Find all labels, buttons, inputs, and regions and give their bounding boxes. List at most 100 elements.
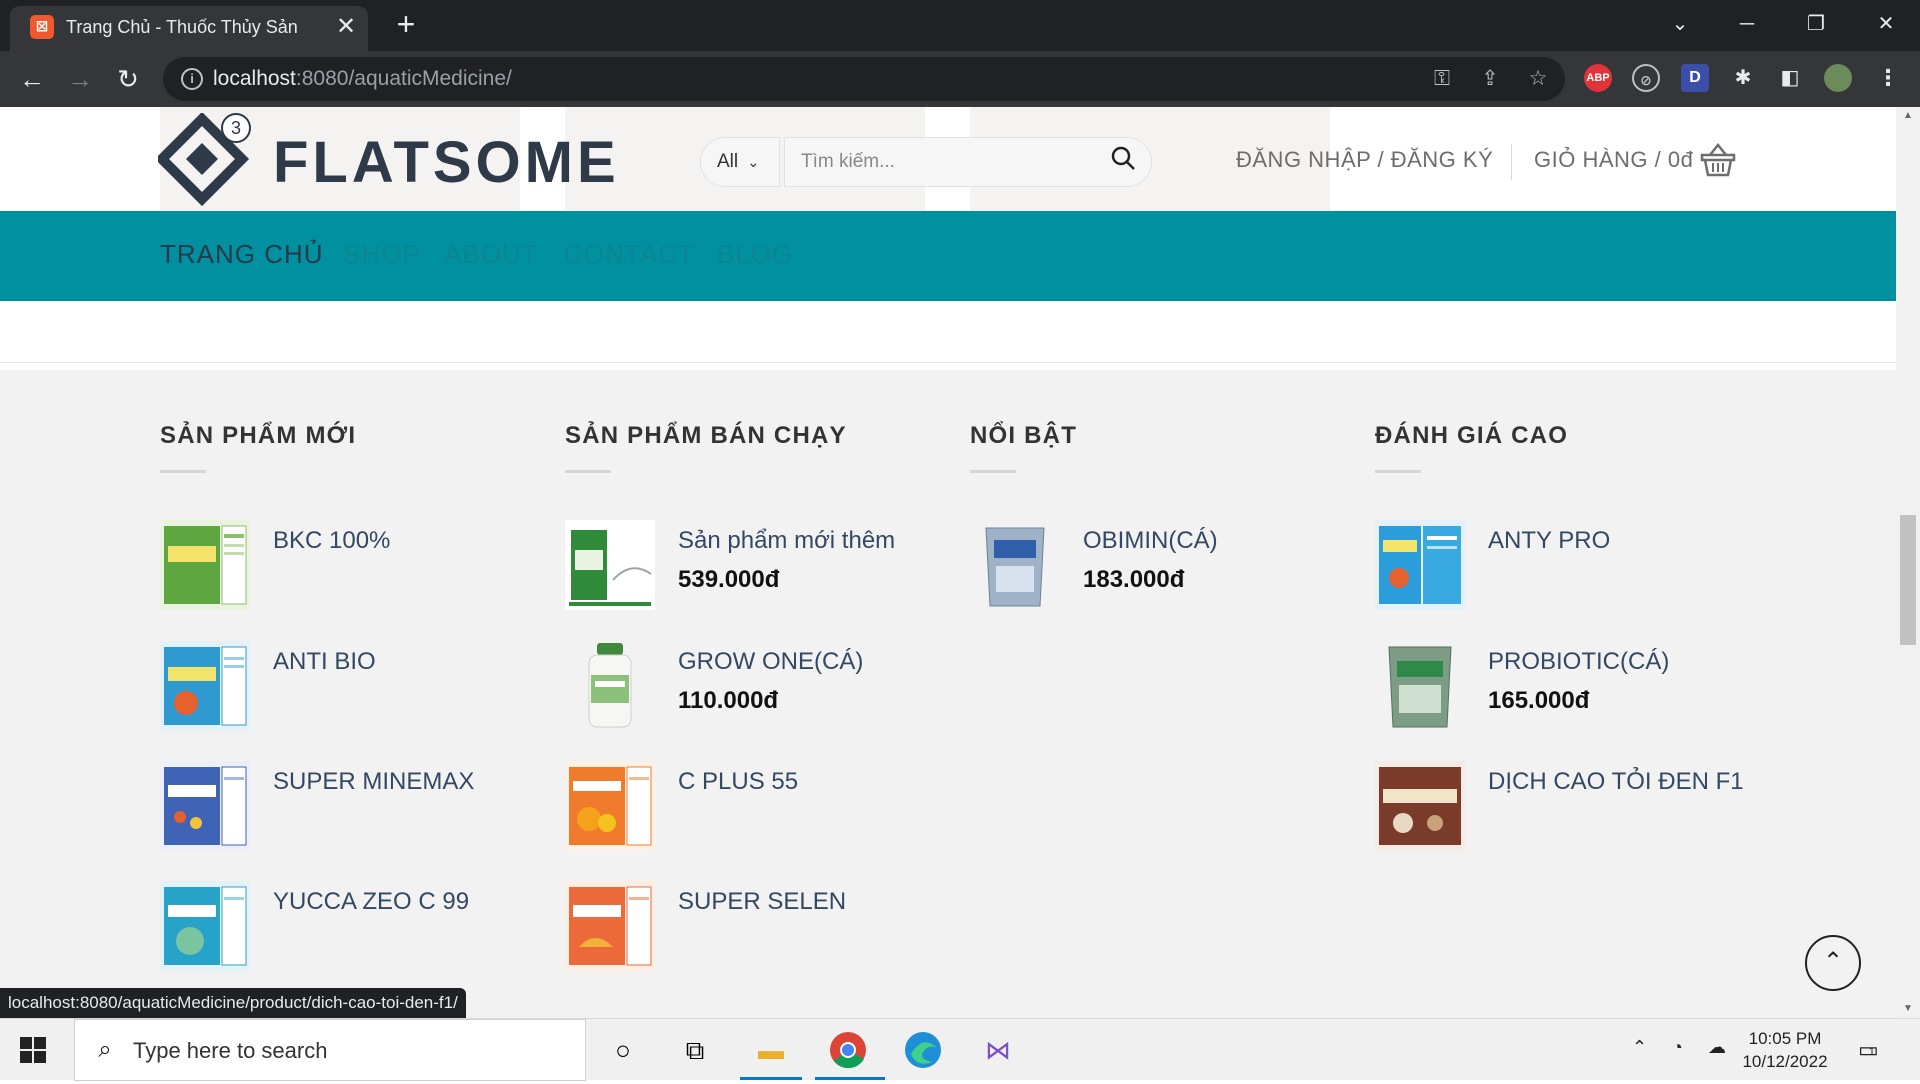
title-underline xyxy=(565,470,611,473)
product-name[interactable]: BKC 100% xyxy=(273,527,390,555)
product-item[interactable]: Sản phẩm mới thêm 539.000đ xyxy=(565,520,945,620)
reload-icon[interactable]: ↻ xyxy=(112,63,144,95)
product-item[interactable]: BKC 100% xyxy=(160,520,540,620)
bag-icon[interactable] xyxy=(970,520,1060,610)
visual-studio-icon[interactable]: ⋈ xyxy=(975,1027,1021,1073)
basket-icon[interactable] xyxy=(1700,142,1736,177)
taskbar-search-box[interactable]: ⌕ Type here to search xyxy=(74,1019,586,1081)
edge-icon[interactable] xyxy=(900,1027,946,1073)
link-status-bubble: localhost:8080/aquaticMedicine/product/d… xyxy=(0,988,466,1018)
scroll-up-arrow-icon[interactable]: ▲ xyxy=(1896,107,1920,125)
logo-text: FLATSOME xyxy=(273,130,620,195)
nav-item-shop[interactable]: SHOP xyxy=(343,239,421,270)
content-band xyxy=(0,301,1896,363)
logo-version-badge: 3 xyxy=(221,113,251,143)
green-box-icon[interactable] xyxy=(565,520,655,610)
product-item[interactable]: C PLUS 55 xyxy=(565,761,945,861)
compass-extension-icon[interactable]: ⊘ xyxy=(1632,64,1660,92)
profile-avatar[interactable] xyxy=(1824,64,1852,92)
product-item[interactable]: PROBIOTIC(CÁ) 165.000đ xyxy=(1375,641,1755,741)
menu-kebab-icon[interactable]: ⋮ xyxy=(1874,64,1902,92)
nav-item-contact[interactable]: CONTACT xyxy=(564,239,695,270)
file-explorer-icon[interactable]: ▬ xyxy=(748,1027,794,1073)
new-tab-button[interactable]: + xyxy=(390,8,422,41)
url-text[interactable]: localhost:8080/aquaticMedicine/ xyxy=(213,67,512,91)
blue-box-icon[interactable] xyxy=(160,761,250,851)
product-item[interactable]: YUCCA ZEO C 99 xyxy=(160,881,540,981)
brown-box-icon[interactable] xyxy=(1375,761,1465,851)
product-name[interactable]: YUCCA ZEO C 99 xyxy=(273,888,469,916)
product-item[interactable]: DỊCH CAO TỎI ĐEN F1 xyxy=(1375,761,1755,861)
scroll-down-arrow-icon[interactable]: ▼ xyxy=(1896,1000,1920,1018)
nav-item-about[interactable]: ABOUT xyxy=(444,239,539,270)
close-window-button[interactable]: ✕ xyxy=(1866,8,1906,40)
product-item[interactable]: SUPER MINEMAX xyxy=(160,761,540,861)
cart-link[interactable]: GIỎ HÀNG / 0đ xyxy=(1534,147,1693,173)
orange-box-icon[interactable] xyxy=(565,761,655,851)
restore-button[interactable]: ❐ xyxy=(1796,8,1836,40)
d-extension-icon[interactable]: D xyxy=(1681,64,1709,92)
product-name[interactable]: C PLUS 55 xyxy=(678,768,798,796)
nav-item-blog[interactable]: BLOG xyxy=(717,239,793,270)
title-underline xyxy=(970,470,1016,473)
product-name[interactable]: DỊCH CAO TỎI ĐEN F1 xyxy=(1488,768,1744,796)
site-logo[interactable]: 3 FLATSOME xyxy=(158,111,618,211)
product-name[interactable]: SUPER MINEMAX xyxy=(273,768,474,796)
share-icon[interactable]: ⇪ xyxy=(1477,66,1503,92)
back-arrow-icon[interactable]: ← xyxy=(16,63,48,95)
page-scrollbar[interactable]: ▲ ▼ xyxy=(1896,107,1920,1018)
bag-icon[interactable] xyxy=(1375,641,1465,731)
adblock-extension-icon[interactable]: ABP xyxy=(1584,64,1612,92)
key-icon[interactable]: ⚿ xyxy=(1429,66,1455,92)
browser-tab[interactable]: ⊠ Trang Chủ - Thuốc Thủy Sản ✕ xyxy=(10,6,368,51)
address-bar[interactable]: i localhost:8080/aquaticMedicine/ ⚿ ⇪ ☆ xyxy=(163,57,1565,101)
search-category-select[interactable]: All ⌄ xyxy=(700,137,780,187)
product-name[interactable]: OBIMIN(CÁ) xyxy=(1083,527,1218,555)
blue-box-icon[interactable] xyxy=(160,641,250,731)
nav-item-home[interactable]: TRANG CHỦ xyxy=(160,239,324,270)
product-name[interactable]: SUPER SELEN xyxy=(678,888,846,916)
site-info-icon[interactable]: i xyxy=(181,68,203,90)
cortana-circle-icon[interactable]: ○ xyxy=(600,1027,646,1073)
product-name[interactable]: Sản phẩm mới thêm xyxy=(678,527,895,555)
product-item[interactable]: GROW ONE(CÁ) 110.000đ xyxy=(565,641,945,741)
search-input[interactable]: Tìm kiếm... xyxy=(784,137,1152,187)
back-to-top-button[interactable]: ⌃ xyxy=(1805,935,1861,991)
minimize-button[interactable]: ─ xyxy=(1727,8,1767,40)
wifi-icon[interactable]: ◔ xyxy=(1672,1037,1683,1058)
bookmark-star-icon[interactable]: ☆ xyxy=(1525,66,1551,92)
product-item[interactable]: SUPER SELEN xyxy=(565,881,945,981)
product-name[interactable]: ANTY PRO xyxy=(1488,527,1610,555)
login-register-link[interactable]: ĐĂNG NHẬP / ĐĂNG KÝ xyxy=(1236,147,1493,173)
blue-box-icon[interactable] xyxy=(160,881,250,971)
widget-title: SẢN PHẨM MỚI xyxy=(160,422,357,449)
onedrive-cloud-icon[interactable]: ☁ xyxy=(1708,1037,1726,1058)
clock-date: 10/12/2022 xyxy=(1742,1052,1828,1071)
blue-box-icon[interactable] xyxy=(1375,520,1465,610)
tab-search-chevron-icon[interactable]: ⌄ xyxy=(1660,8,1700,40)
orange-box-icon[interactable] xyxy=(565,881,655,971)
product-name[interactable]: GROW ONE(CÁ) xyxy=(678,648,863,676)
green-box-icon[interactable] xyxy=(160,520,250,610)
product-name[interactable]: PROBIOTIC(CÁ) xyxy=(1488,648,1669,676)
close-tab-icon[interactable]: ✕ xyxy=(334,15,358,39)
product-item[interactable]: ANTY PRO xyxy=(1375,520,1755,620)
product-item[interactable]: OBIMIN(CÁ) 183.000đ xyxy=(970,520,1350,620)
chrome-icon[interactable] xyxy=(825,1027,871,1073)
windows-start-icon[interactable] xyxy=(20,1037,46,1063)
product-item[interactable]: ANTI BIO xyxy=(160,641,540,741)
bottle-icon[interactable] xyxy=(565,641,655,731)
scrollbar-thumb[interactable] xyxy=(1900,515,1916,645)
show-hidden-icons-chevron[interactable]: ⌃ xyxy=(1632,1037,1647,1058)
product-name[interactable]: ANTI BIO xyxy=(273,648,376,676)
search-icon[interactable] xyxy=(1108,145,1138,175)
side-panel-icon[interactable]: ◧ xyxy=(1776,64,1804,92)
product-widgets-section: SẢN PHẨM MỚI BKC 100% ANTI BIO SUPER MIN… xyxy=(0,370,1896,1018)
page-viewport: 3 FLATSOME All ⌄ Tìm kiếm... ĐĂNG NHẬP /… xyxy=(0,107,1920,1018)
task-view-icon[interactable]: ⧉ xyxy=(672,1027,718,1073)
extensions-puzzle-icon[interactable]: ✱ xyxy=(1729,64,1757,92)
widget-title: SẢN PHẨM BÁN CHẠY xyxy=(565,422,847,449)
system-clock[interactable]: 10:05 PM 10/12/2022 xyxy=(1730,1027,1840,1073)
forward-arrow-icon[interactable]: → xyxy=(64,63,96,95)
notification-center-icon[interactable]: ▭1 xyxy=(1858,1037,1885,1063)
